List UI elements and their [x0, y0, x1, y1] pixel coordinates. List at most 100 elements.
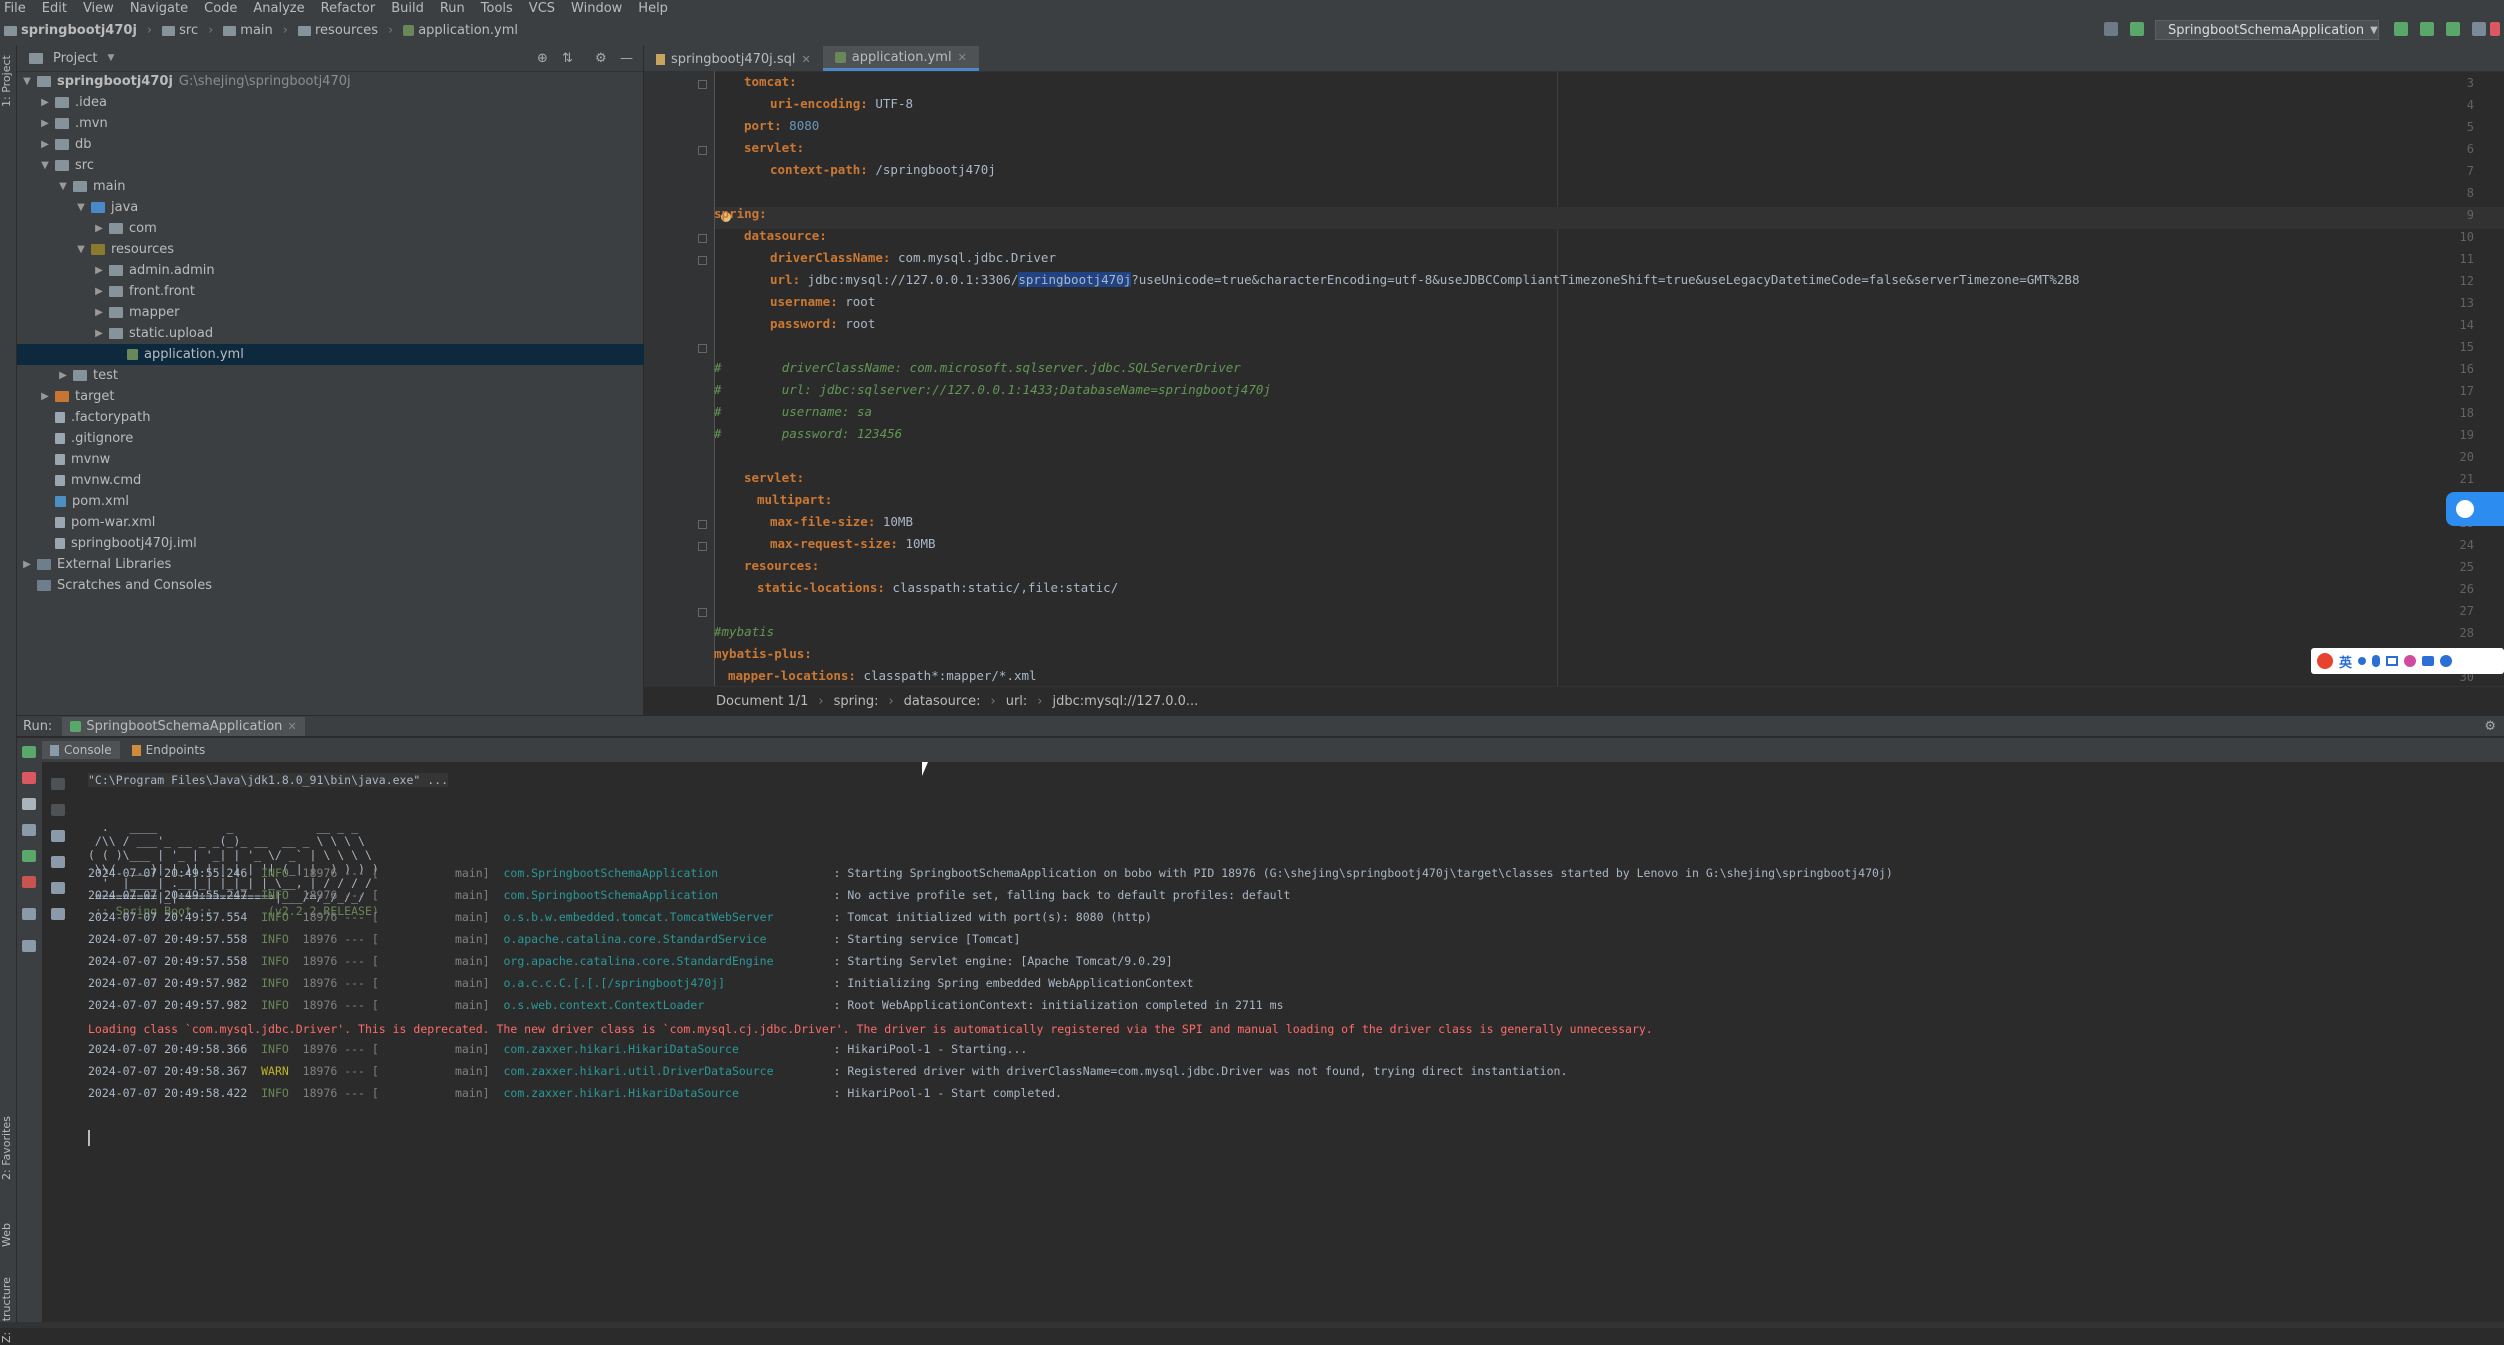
collapse-icon[interactable]: ⇅ — [562, 51, 573, 66]
tree-item-mvn[interactable]: ▶ .mvn — [17, 113, 665, 134]
keyboard-icon[interactable] — [2386, 656, 2399, 666]
close-icon[interactable]: ✕ — [958, 51, 967, 64]
tree-item-target[interactable]: ▶ target — [17, 386, 665, 407]
rerun-icon[interactable] — [2394, 22, 2408, 36]
tree-item-idea[interactable]: ▶ .idea — [17, 92, 665, 113]
soft-wrap-icon[interactable] — [51, 830, 65, 842]
fold-marker-icon[interactable] — [698, 608, 707, 617]
cloud-widget[interactable] — [2446, 492, 2504, 526]
tool-tab-project[interactable]: 1: Project — [0, 51, 16, 111]
scroll-to-end-icon[interactable] — [51, 856, 65, 868]
tree-item-front-front[interactable]: ▶ front.front — [17, 281, 719, 302]
tree-item-java[interactable]: ▼ java — [17, 197, 701, 218]
menu-build[interactable]: Build — [383, 1, 432, 16]
rerun-icon[interactable] — [22, 746, 36, 758]
code-line-4[interactable]: uri-encoding: UTF-8 — [770, 96, 913, 111]
profile-icon[interactable] — [2472, 22, 2486, 36]
microphone-icon[interactable] — [2372, 655, 2381, 667]
debug-icon[interactable] — [22, 850, 36, 862]
menu-view[interactable]: View — [75, 1, 122, 16]
code-line-9[interactable]: spring: — [714, 206, 767, 221]
code-line-18[interactable]: # username: sa — [714, 404, 872, 419]
menu-vcs[interactable]: VCS — [521, 1, 563, 16]
project-view-select[interactable]: Project — [53, 51, 97, 66]
breadcrumb-item[interactable]: datasource: — [904, 694, 981, 709]
tool-tab-structure[interactable]: Z: Structure — [0, 1275, 16, 1345]
menu-code[interactable]: Code — [196, 1, 245, 16]
tab-endpoints[interactable]: Endpoints — [124, 741, 214, 759]
gear-icon[interactable]: ⚙ — [595, 51, 607, 66]
code-line-14[interactable]: password: root — [770, 316, 875, 331]
menu-refactor[interactable]: Refactor — [313, 1, 384, 16]
code-line-28[interactable]: #mybatis — [714, 624, 774, 639]
print-icon[interactable] — [51, 882, 65, 894]
toolbox-icon[interactable] — [2422, 656, 2435, 666]
tree-item-factorypath[interactable]: .factorypath — [17, 407, 677, 428]
code-line-19[interactable]: # password: 123456 — [714, 426, 902, 441]
code-line-16[interactable]: # driverClassName: com.microsoft.sqlserv… — [714, 360, 1241, 375]
code-line-10[interactable]: datasource: — [744, 228, 827, 243]
menu-file[interactable]: File — [0, 1, 34, 16]
debug-icon[interactable] — [2420, 22, 2434, 36]
tree-item-db[interactable]: ▶ db — [17, 134, 665, 155]
code-line-17[interactable]: # url: jdbc:sqlserver://127.0.0.1:1433;D… — [714, 382, 1271, 397]
tree-item-main[interactable]: ▼ main — [17, 176, 683, 197]
code-line-21[interactable]: servlet: — [744, 470, 804, 485]
code-line-12[interactable]: url: jdbc:mysql://127.0.0.1:3306/springb… — [770, 272, 2079, 287]
breadcrumb-item[interactable]: spring: — [834, 694, 879, 709]
run-tab-springboot[interactable]: SpringbootSchemaApplication ✕ — [62, 716, 305, 736]
tab-application-yml[interactable]: application.yml ✕ — [822, 46, 979, 71]
breadcrumb-resources[interactable]: resources — [315, 23, 378, 38]
layout-icon[interactable] — [22, 908, 36, 920]
code-line-30[interactable]: mapper-locations: classpath*:mapper/*.xm… — [728, 668, 1037, 683]
tree-item-gitignore[interactable]: .gitignore — [17, 428, 677, 449]
fold-marker-icon[interactable] — [698, 80, 707, 89]
tree-item-scratches[interactable]: Scratches and Consoles — [17, 575, 659, 596]
tree-item-pom-xml[interactable]: pom.xml — [17, 491, 677, 512]
menu-window[interactable]: Window — [563, 1, 630, 16]
menu-tools[interactable]: Tools — [473, 1, 521, 16]
tree-item-project-root[interactable]: ▼ springbootj470j G:\shejing\springbootj… — [17, 71, 647, 92]
tree-item-static-upload[interactable]: ▶ static.upload — [17, 323, 719, 344]
breadcrumb-main[interactable]: main — [240, 23, 272, 38]
menu-analyze[interactable]: Analyze — [245, 1, 312, 16]
tree-item-com[interactable]: ▶ com — [17, 218, 719, 239]
code-line-29[interactable]: mybatis-plus: — [714, 646, 812, 661]
layout-icon[interactable] — [2104, 22, 2118, 36]
breadcrumb-item[interactable]: url: — [1006, 694, 1028, 709]
settings-icon[interactable] — [2440, 655, 2453, 667]
fold-marker-icon[interactable] — [698, 542, 707, 551]
menu-navigate[interactable]: Navigate — [122, 1, 196, 16]
stop-icon[interactable] — [22, 772, 36, 784]
locate-icon[interactable]: ⊕ — [537, 51, 548, 66]
camera-icon[interactable] — [22, 824, 36, 836]
code-line-24[interactable]: max-request-size: 10MB — [770, 536, 936, 551]
fold-marker-icon[interactable] — [698, 234, 707, 243]
fold-marker-icon[interactable] — [698, 520, 707, 529]
tree-item-application-yml[interactable]: application.yml — [17, 344, 737, 365]
tree-item-mapper[interactable]: ▶ mapper — [17, 302, 719, 323]
code-line-23[interactable]: max-file-size: 10MB — [770, 514, 913, 529]
code-line-22[interactable]: multipart: — [757, 492, 832, 507]
exit-icon[interactable] — [22, 876, 36, 888]
tree-item-mvnw-cmd[interactable]: mvnw.cmd — [17, 470, 677, 491]
gear-icon[interactable]: ⚙ — [2484, 719, 2496, 734]
tab-springbootj470j-sql[interactable]: springbootj470j.sql ✕ — [644, 47, 823, 71]
menu-edit[interactable]: Edit — [34, 1, 75, 16]
punctuation-icon[interactable] — [2358, 657, 2367, 665]
tool-tab-favorites[interactable]: 2: Favorites — [0, 1116, 16, 1180]
pin-icon[interactable] — [22, 940, 36, 952]
down-arrow-icon[interactable] — [51, 804, 65, 816]
tree-item-resources[interactable]: ▼ resources — [17, 239, 701, 260]
tool-tab-web[interactable]: Web — [0, 1215, 16, 1255]
breadcrumb-item[interactable]: jdbc:mysql://127.0.0... — [1053, 694, 1199, 709]
tab-console[interactable]: Console — [42, 741, 120, 759]
close-icon[interactable]: ✕ — [802, 53, 811, 66]
stop-icon[interactable] — [2490, 22, 2500, 36]
menu-run[interactable]: Run — [432, 1, 473, 16]
close-icon[interactable]: ✕ — [287, 720, 296, 733]
skin-icon[interactable] — [2404, 655, 2417, 667]
breadcrumb-src[interactable]: src — [179, 23, 198, 38]
run-with-coverage-icon[interactable] — [2446, 22, 2460, 36]
tree-item-src[interactable]: ▼ src — [17, 155, 665, 176]
